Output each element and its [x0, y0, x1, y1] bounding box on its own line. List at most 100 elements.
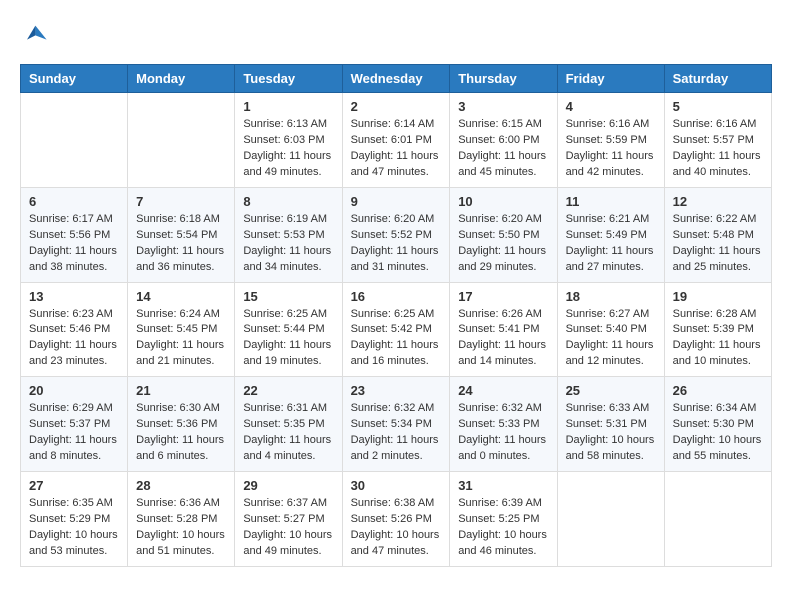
weekday-header-thursday: Thursday [450, 65, 557, 93]
cell-content: Sunrise: 6:30 AMSunset: 5:36 PMDaylight:… [136, 401, 226, 465]
cell-content: Sunrise: 6:21 AMSunset: 5:49 PMDaylight:… [566, 212, 656, 276]
calendar-cell: 29Sunrise: 6:37 AMSunset: 5:27 PMDayligh… [235, 472, 342, 567]
cell-content: Sunrise: 6:39 AMSunset: 5:25 PMDaylight:… [458, 496, 548, 560]
cell-content: Sunrise: 6:17 AMSunset: 5:56 PMDaylight:… [29, 212, 119, 276]
day-number: 31 [458, 478, 548, 493]
day-number: 23 [351, 383, 442, 398]
day-number: 14 [136, 289, 226, 304]
cell-content: Sunrise: 6:27 AMSunset: 5:40 PMDaylight:… [566, 307, 656, 371]
day-number: 6 [29, 194, 119, 209]
calendar-week-1: 1Sunrise: 6:13 AMSunset: 6:03 PMDaylight… [21, 93, 772, 188]
page-header [20, 20, 772, 48]
cell-content: Sunrise: 6:13 AMSunset: 6:03 PMDaylight:… [243, 117, 333, 181]
cell-content: Sunrise: 6:33 AMSunset: 5:31 PMDaylight:… [566, 401, 656, 465]
day-number: 2 [351, 99, 442, 114]
day-number: 10 [458, 194, 548, 209]
calendar-cell: 5 Sunrise: 6:16 AMSunset: 5:57 PMDaylight… [664, 93, 771, 188]
cell-content: Sunrise: 6:32 AMSunset: 5:33 PMDaylight:… [458, 401, 548, 465]
cell-content: Sunrise: 6:18 AMSunset: 5:54 PMDaylight:… [136, 212, 226, 276]
cell-content: Sunrise: 6:23 AMSunset: 5:46 PMDaylight:… [29, 307, 119, 371]
logo-icon [20, 20, 48, 48]
calendar-cell: 1Sunrise: 6:13 AMSunset: 6:03 PMDaylight… [235, 93, 342, 188]
cell-content: Sunrise: 6:16 AMSunset: 5:59 PMDaylight:… [566, 117, 656, 181]
calendar-cell: 25 Sunrise: 6:33 AMSunset: 5:31 PMDayligh… [557, 377, 664, 472]
day-number: 19 [673, 289, 763, 304]
day-number: 15 [243, 289, 333, 304]
day-number: 8 [243, 194, 333, 209]
calendar-cell: 19 Sunrise: 6:28 AMSunset: 5:39 PMDayligh… [664, 282, 771, 377]
cell-content: Sunrise: 6:37 AMSunset: 5:27 PMDaylight:… [243, 496, 333, 560]
calendar-cell: 20 Sunrise: 6:29 AMSunset: 5:37 PMDayligh… [21, 377, 128, 472]
cell-content: Sunrise: 6:16 AMSunset: 5:57 PMDaylight:… [673, 117, 763, 181]
calendar-cell: 22 Sunrise: 6:31 AMSunset: 5:35 PMDayligh… [235, 377, 342, 472]
cell-content: Sunrise: 6:20 AMSunset: 5:50 PMDaylight:… [458, 212, 548, 276]
day-number: 13 [29, 289, 119, 304]
weekday-header-saturday: Saturday [664, 65, 771, 93]
cell-content: Sunrise: 6:25 AMSunset: 5:44 PMDaylight:… [243, 307, 333, 371]
calendar-cell: 17Sunrise: 6:26 AMSunset: 5:41 PMDayligh… [450, 282, 557, 377]
cell-content: Sunrise: 6:19 AMSunset: 5:53 PMDaylight:… [243, 212, 333, 276]
cell-content: Sunrise: 6:38 AMSunset: 5:26 PMDaylight:… [351, 496, 442, 560]
day-number: 3 [458, 99, 548, 114]
logo [20, 20, 52, 48]
day-number: 7 [136, 194, 226, 209]
calendar-cell: 8 Sunrise: 6:19 AMSunset: 5:53 PMDaylight… [235, 187, 342, 282]
weekday-header-monday: Monday [128, 65, 235, 93]
weekday-header-row: SundayMondayTuesdayWednesdayThursdayFrid… [21, 65, 772, 93]
cell-content: Sunrise: 6:14 AMSunset: 6:01 PMDaylight:… [351, 117, 442, 181]
day-number: 21 [136, 383, 226, 398]
calendar-cell [557, 472, 664, 567]
weekday-header-wednesday: Wednesday [342, 65, 450, 93]
cell-content: Sunrise: 6:15 AMSunset: 6:00 PMDaylight:… [458, 117, 548, 181]
day-number: 25 [566, 383, 656, 398]
weekday-header-friday: Friday [557, 65, 664, 93]
calendar-cell: 4 Sunrise: 6:16 AMSunset: 5:59 PMDaylight… [557, 93, 664, 188]
calendar-cell: 16Sunrise: 6:25 AMSunset: 5:42 PMDayligh… [342, 282, 450, 377]
calendar-week-5: 27 Sunrise: 6:35 AMSunset: 5:29 PMDayligh… [21, 472, 772, 567]
cell-content: Sunrise: 6:35 AMSunset: 5:29 PMDaylight:… [29, 496, 119, 560]
cell-content: Sunrise: 6:29 AMSunset: 5:37 PMDaylight:… [29, 401, 119, 465]
calendar-week-3: 13 Sunrise: 6:23 AMSunset: 5:46 PMDayligh… [21, 282, 772, 377]
weekday-header-tuesday: Tuesday [235, 65, 342, 93]
day-number: 18 [566, 289, 656, 304]
calendar-cell: 3 Sunrise: 6:15 AMSunset: 6:00 PMDaylight… [450, 93, 557, 188]
calendar-week-4: 20 Sunrise: 6:29 AMSunset: 5:37 PMDayligh… [21, 377, 772, 472]
cell-content: Sunrise: 6:28 AMSunset: 5:39 PMDaylight:… [673, 307, 763, 371]
day-number: 4 [566, 99, 656, 114]
calendar-cell: 31 Sunrise: 6:39 AMSunset: 5:25 PMDayligh… [450, 472, 557, 567]
calendar-cell: 23 Sunrise: 6:32 AMSunset: 5:34 PMDayligh… [342, 377, 450, 472]
day-number: 20 [29, 383, 119, 398]
calendar-week-2: 6 Sunrise: 6:17 AMSunset: 5:56 PMDaylight… [21, 187, 772, 282]
calendar-cell [128, 93, 235, 188]
cell-content: Sunrise: 6:25 AMSunset: 5:42 PMDaylight:… [351, 307, 442, 371]
day-number: 27 [29, 478, 119, 493]
day-number: 28 [136, 478, 226, 493]
day-number: 24 [458, 383, 548, 398]
cell-content: Sunrise: 6:24 AMSunset: 5:45 PMDaylight:… [136, 307, 226, 371]
calendar-cell: 6 Sunrise: 6:17 AMSunset: 5:56 PMDaylight… [21, 187, 128, 282]
calendar-cell: 9Sunrise: 6:20 AMSunset: 5:52 PMDaylight… [342, 187, 450, 282]
calendar-cell: 21 Sunrise: 6:30 AMSunset: 5:36 PMDayligh… [128, 377, 235, 472]
calendar-cell: 24 Sunrise: 6:32 AMSunset: 5:33 PMDayligh… [450, 377, 557, 472]
calendar-cell: 2 Sunrise: 6:14 AMSunset: 6:01 PMDaylight… [342, 93, 450, 188]
calendar-table: SundayMondayTuesdayWednesdayThursdayFrid… [20, 64, 772, 567]
day-number: 5 [673, 99, 763, 114]
day-number: 9 [351, 194, 442, 209]
calendar-cell: 14 Sunrise: 6:24 AMSunset: 5:45 PMDayligh… [128, 282, 235, 377]
calendar-cell: 12Sunrise: 6:22 AMSunset: 5:48 PMDayligh… [664, 187, 771, 282]
cell-content: Sunrise: 6:36 AMSunset: 5:28 PMDaylight:… [136, 496, 226, 560]
day-number: 17 [458, 289, 548, 304]
cell-content: Sunrise: 6:34 AMSunset: 5:30 PMDaylight:… [673, 401, 763, 465]
cell-content: Sunrise: 6:22 AMSunset: 5:48 PMDaylight:… [673, 212, 763, 276]
calendar-cell: 10 Sunrise: 6:20 AMSunset: 5:50 PMDayligh… [450, 187, 557, 282]
calendar-cell: 27 Sunrise: 6:35 AMSunset: 5:29 PMDayligh… [21, 472, 128, 567]
cell-content: Sunrise: 6:32 AMSunset: 5:34 PMDaylight:… [351, 401, 442, 465]
day-number: 11 [566, 194, 656, 209]
day-number: 22 [243, 383, 333, 398]
calendar-cell: 26Sunrise: 6:34 AMSunset: 5:30 PMDayligh… [664, 377, 771, 472]
calendar-cell: 11 Sunrise: 6:21 AMSunset: 5:49 PMDayligh… [557, 187, 664, 282]
day-number: 30 [351, 478, 442, 493]
cell-content: Sunrise: 6:31 AMSunset: 5:35 PMDaylight:… [243, 401, 333, 465]
calendar-cell: 30 Sunrise: 6:38 AMSunset: 5:26 PMDayligh… [342, 472, 450, 567]
calendar-cell [664, 472, 771, 567]
